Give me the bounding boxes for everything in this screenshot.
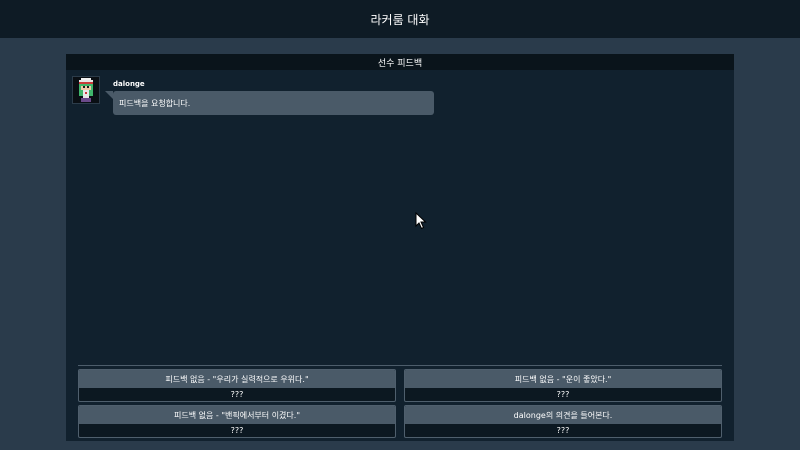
top-bar: 라커룸 대화	[0, 0, 800, 38]
response-options: 피드백 없음 - "우리가 실력적으로 우위다." ??? 피드백 없음 - "…	[78, 369, 722, 438]
message-bubble: 피드백을 요청합니다.	[105, 91, 434, 115]
chat-message: dalonge 피드백을 요청합니다.	[72, 76, 434, 115]
option-effect: ???	[556, 426, 570, 435]
panel-title: 선수 피드백	[377, 58, 423, 69]
option-label: 피드백 없음 - "운이 좋았다."	[405, 370, 721, 388]
option-button-2[interactable]: 피드백 없음 - "운이 좋았다." ???	[404, 369, 722, 402]
option-label: 피드백 없음 - "우리가 실력적으로 우위다."	[79, 370, 395, 388]
mouse-pointer-icon	[415, 211, 427, 234]
message-username: dalonge	[113, 80, 145, 88]
window-title: 라커룸 대화	[370, 12, 430, 27]
option-label: 피드백 없음 - "밴픽에서부터 이겼다."	[79, 406, 395, 424]
option-button-3[interactable]: 피드백 없음 - "밴픽에서부터 이겼다." ???	[78, 405, 396, 438]
panel-header: 선수 피드백	[66, 54, 734, 70]
feedback-panel: 선수 피드백 dalonge 피드백을 요청합니다. 피드백 없음 - "우리가…	[66, 54, 734, 441]
pixel-character-avatar-icon	[72, 76, 100, 104]
options-divider	[78, 365, 722, 366]
option-label: dalonge의 의견을 들어본다.	[405, 406, 721, 424]
option-button-4[interactable]: dalonge의 의견을 들어본다. ???	[404, 405, 722, 438]
option-effect: ???	[556, 390, 570, 399]
option-effect: ???	[230, 390, 244, 399]
message-text: 피드백을 요청합니다.	[119, 98, 191, 108]
option-effect: ???	[230, 426, 244, 435]
option-button-1[interactable]: 피드백 없음 - "우리가 실력적으로 우위다." ???	[78, 369, 396, 402]
